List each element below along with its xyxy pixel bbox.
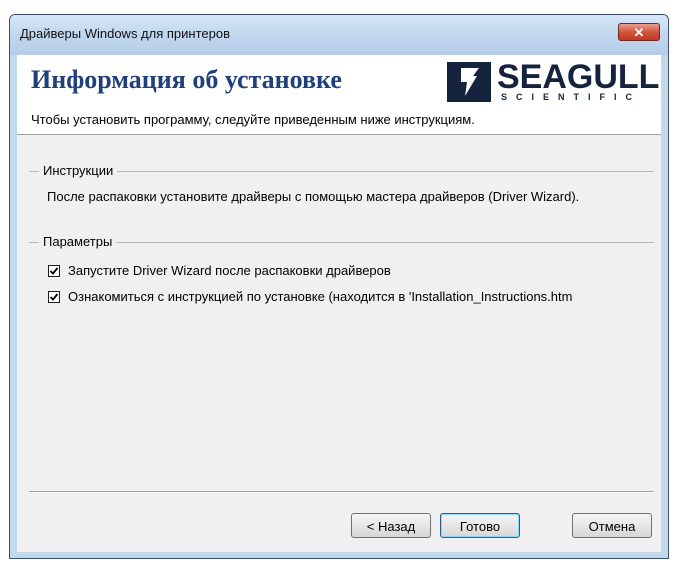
open-instructions-label[interactable]: Ознакомиться с инструкцией по установке …: [68, 289, 658, 304]
seagull-logo: SEAGULL SCIENTIFIC: [445, 58, 659, 106]
cancel-button[interactable]: Отмена: [572, 513, 652, 538]
run-driver-wizard-label[interactable]: Запустите Driver Wizard после распаковки…: [68, 263, 391, 278]
instructions-text: После распаковки установите драйверы с п…: [47, 189, 580, 204]
button-separator: [29, 491, 654, 493]
page-subtitle: Чтобы установить программу, следуйте при…: [31, 112, 475, 127]
parameters-label: Параметры: [39, 234, 117, 249]
checkmark-icon: [49, 267, 59, 275]
finish-button[interactable]: Готово: [440, 513, 520, 538]
header-banner: Информация об установке Чтобы установить…: [17, 55, 661, 135]
checkmark-icon: [49, 293, 59, 301]
open-instructions-checkbox[interactable]: [48, 291, 60, 303]
parameters-group: Параметры: [29, 234, 654, 250]
page-title: Информация об установке: [31, 65, 342, 94]
group-divider: [29, 242, 654, 243]
title-bar[interactable]: Драйверы Windows для принтеров ✕: [10, 15, 668, 55]
group-divider: [29, 171, 654, 172]
seagull-logo-icon: [447, 62, 491, 102]
back-button[interactable]: < Назад: [351, 513, 431, 538]
dialog-client-area: Информация об установке Чтобы установить…: [17, 55, 661, 552]
window-title: Драйверы Windows для принтеров: [20, 26, 230, 41]
close-icon: ✕: [633, 25, 645, 40]
close-button[interactable]: ✕: [618, 23, 660, 41]
installer-window: Драйверы Windows для принтеров ✕ Информа…: [9, 14, 669, 559]
instructions-label: Инструкции: [39, 163, 118, 178]
instructions-group: Инструкции: [29, 163, 654, 179]
run-driver-wizard-checkbox[interactable]: [48, 265, 60, 277]
logo-subtitle: SCIENTIFIC: [501, 92, 642, 102]
